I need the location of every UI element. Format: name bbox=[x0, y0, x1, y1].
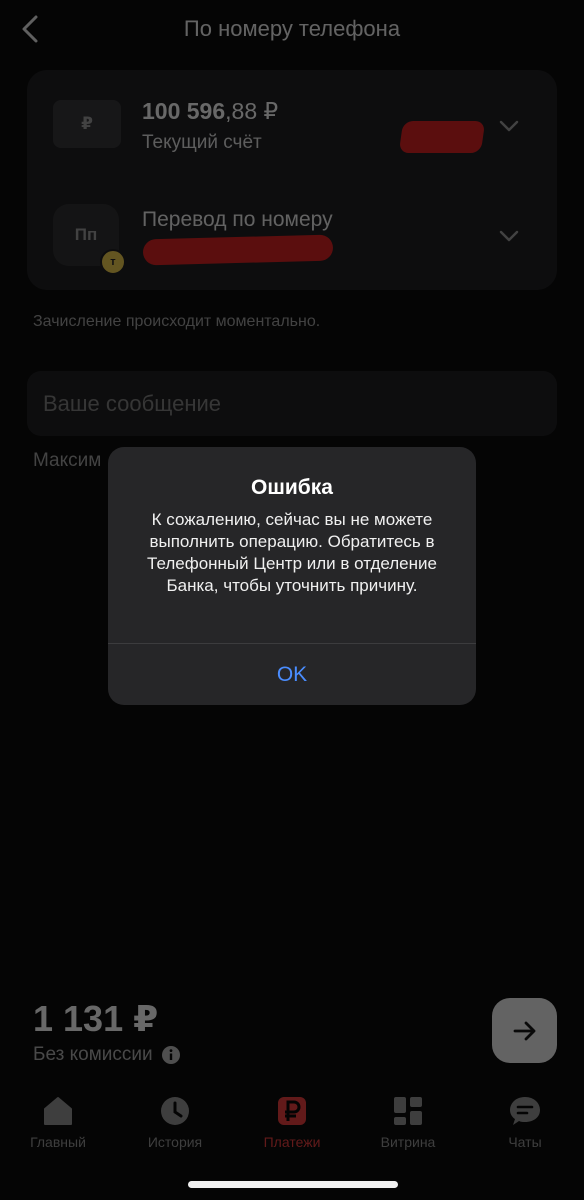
message-input[interactable] bbox=[27, 371, 557, 436]
proceed-button[interactable] bbox=[492, 998, 557, 1063]
commission-row: Без комиссии bbox=[33, 1044, 181, 1066]
error-dialog: Ошибка К сожалению, сейчас вы не можете … bbox=[108, 447, 476, 705]
redaction-mark bbox=[142, 234, 334, 266]
tab-label: Главный bbox=[30, 1134, 86, 1150]
page-title: По номеру телефона bbox=[183, 16, 401, 41]
home-indicator[interactable] bbox=[188, 1181, 398, 1188]
clock-icon bbox=[161, 1097, 189, 1125]
tab-history[interactable]: История bbox=[119, 1094, 231, 1150]
tab-label: Платежи bbox=[263, 1134, 321, 1150]
transfer-method-glyph: Пп bbox=[74, 225, 98, 244]
balance-fraction: ,88 ₽ bbox=[225, 98, 279, 124]
account-label: Текущий счёт bbox=[142, 132, 262, 153]
transfer-chevron-down-icon[interactable] bbox=[499, 230, 519, 242]
info-icon[interactable] bbox=[161, 1045, 181, 1065]
grid-icon bbox=[394, 1097, 422, 1125]
account-chevron-down-icon[interactable] bbox=[499, 120, 519, 132]
dialog-message: К сожалению, сейчас вы не можете выполни… bbox=[147, 510, 437, 595]
tab-home[interactable]: Главный bbox=[2, 1094, 114, 1150]
transfer-method-label: Перевод по номеру bbox=[142, 208, 333, 231]
tab-label: Витрина bbox=[380, 1134, 436, 1150]
bank-badge-icon: т bbox=[100, 249, 126, 275]
home-icon bbox=[44, 1097, 72, 1125]
commission-label: Без комиссии bbox=[33, 1044, 153, 1065]
tab-showcase[interactable]: Витрина bbox=[352, 1094, 464, 1150]
tab-label: Чаты bbox=[508, 1134, 542, 1150]
arrow-right-icon bbox=[513, 1021, 535, 1040]
bank-badge-glyph: т bbox=[110, 256, 116, 268]
ruble-glyph: ₽ bbox=[81, 114, 93, 133]
tab-label: История bbox=[147, 1134, 203, 1150]
chat-icon bbox=[510, 1097, 540, 1125]
dialog-title: Ошибка bbox=[251, 476, 333, 499]
balance-integer: 100 596 bbox=[142, 98, 226, 124]
ok-button[interactable]: OK bbox=[108, 644, 476, 705]
account-ruble-icon: ₽ bbox=[53, 100, 121, 148]
transfer-amount: 1 131 ₽ bbox=[33, 998, 159, 1039]
redaction-mark bbox=[398, 121, 486, 153]
tab-payments[interactable]: Платежи bbox=[236, 1094, 348, 1150]
transfer-card: ₽ 100 596,88 ₽ Текущий счёт Пп т Перевод… bbox=[27, 70, 557, 290]
instant-credit-note: Зачисление происходит моментально. bbox=[33, 313, 321, 330]
account-balance: 100 596,88 ₽ bbox=[142, 98, 278, 125]
tab-chats[interactable]: Чаты bbox=[469, 1094, 581, 1150]
ruble-icon bbox=[278, 1097, 306, 1125]
max-length-label: Максим bbox=[33, 450, 102, 471]
